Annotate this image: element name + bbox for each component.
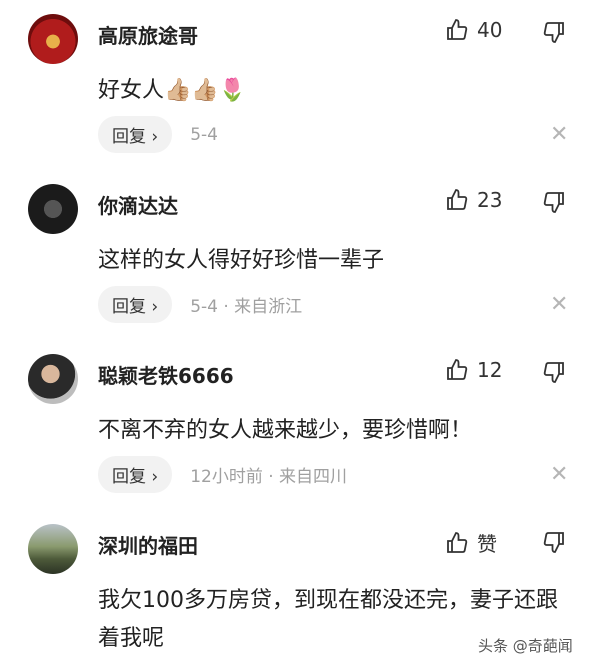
reply-button[interactable]: 回复 › xyxy=(98,456,173,493)
dislike-button[interactable] xyxy=(542,190,566,214)
commenter-name[interactable]: 深圳的福田 xyxy=(98,530,198,559)
comment-meta: 回复 › 12小时前 · 来自四川 xyxy=(98,456,347,493)
dislike-button[interactable] xyxy=(542,360,566,384)
comment-text: 好女人👍🏼👍🏼🌷 xyxy=(98,78,247,103)
comment-text: 不离不弃的女人越来越少，要珍惜啊！ xyxy=(98,418,473,443)
like-count: 40 xyxy=(477,18,503,42)
like-count: 23 xyxy=(477,188,503,212)
commenter-name[interactable]: 高原旅途哥 xyxy=(98,20,198,49)
avatar[interactable] xyxy=(28,354,78,404)
like-button[interactable]: 40 xyxy=(445,18,502,42)
like-count: 赞 xyxy=(477,532,497,556)
comment-meta: 回复 › 5-4 · 来自浙江 xyxy=(98,286,302,323)
like-button[interactable]: 23 xyxy=(445,188,502,212)
thumbs-down-icon xyxy=(542,360,566,384)
close-icon[interactable]: ✕ xyxy=(550,462,568,487)
thumbs-down-icon xyxy=(542,190,566,214)
commenter-name[interactable]: 你滴达达 xyxy=(98,190,178,219)
comment-date: 5-4 · 来自浙江 xyxy=(190,297,303,317)
avatar[interactable] xyxy=(28,14,78,64)
reply-button[interactable]: 回复 › xyxy=(98,286,173,323)
avatar[interactable] xyxy=(28,524,78,574)
comment-text: 这样的女人得好好珍惜一辈子 xyxy=(98,248,385,273)
like-button[interactable]: 12 xyxy=(445,358,502,382)
comment-item: 高原旅途哥 40 好女人👍🏼👍🏼🌷 回复 › 5-4 ✕ xyxy=(0,0,600,170)
avatar[interactable] xyxy=(28,184,78,234)
dislike-button[interactable] xyxy=(542,530,566,554)
comment-list: 高原旅途哥 40 好女人👍🏼👍🏼🌷 回复 › 5-4 ✕ 你滴达达 23 这样的… xyxy=(0,0,600,670)
like-count: 12 xyxy=(477,358,503,382)
thumbs-up-icon xyxy=(445,358,469,382)
thumbs-up-icon xyxy=(445,531,469,555)
reply-button[interactable]: 回复 › xyxy=(98,116,173,153)
comment-item: 你滴达达 23 这样的女人得好好珍惜一辈子 回复 › 5-4 · 来自浙江 ✕ xyxy=(0,170,600,340)
thumbs-down-icon xyxy=(542,20,566,44)
like-button[interactable]: 赞 xyxy=(445,528,497,557)
comment-meta: 回复 › 5-4 xyxy=(98,116,218,153)
commenter-name[interactable]: 聪颖老铁6666 xyxy=(98,360,234,389)
watermark: 头条 @奇葩闻 xyxy=(478,635,573,656)
comment-date: 5-4 xyxy=(190,124,218,145)
close-icon[interactable]: ✕ xyxy=(550,292,568,317)
comment-date: 12小时前 · 来自四川 xyxy=(190,467,348,487)
comment-item: 聪颖老铁6666 12 不离不弃的女人越来越少，要珍惜啊！ 回复 › 12小时前… xyxy=(0,340,600,510)
thumbs-up-icon xyxy=(445,18,469,42)
dislike-button[interactable] xyxy=(542,20,566,44)
close-icon[interactable]: ✕ xyxy=(550,122,568,147)
thumbs-down-icon xyxy=(542,530,566,554)
thumbs-up-icon xyxy=(445,188,469,212)
